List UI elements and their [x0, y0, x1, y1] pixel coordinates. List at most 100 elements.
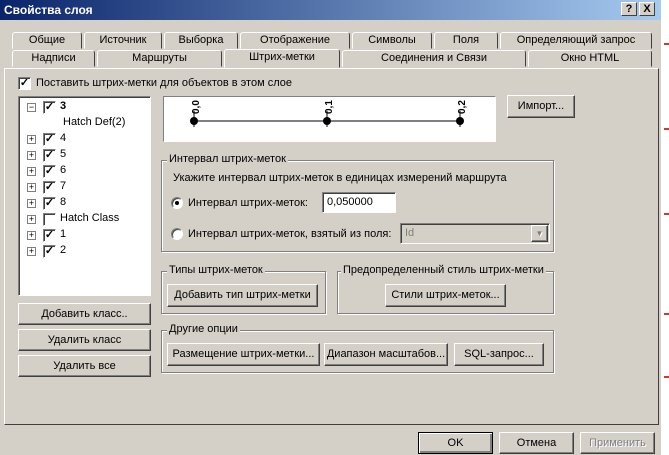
ok-button[interactable]: OK [418, 432, 493, 454]
title-bar[interactable]: Свойства слоя [0, 0, 661, 20]
tab-routes[interactable]: Маршруты [97, 50, 222, 67]
interval-field-select[interactable]: Id [400, 223, 550, 244]
apply-button[interactable]: Применить [580, 432, 655, 454]
close-button[interactable]: X [639, 2, 655, 16]
tab-joins-relates[interactable]: Соединения и Связи [342, 50, 526, 67]
check-icon: ✓ [19, 77, 30, 89]
tree-item-checkbox[interactable]: ✓ [43, 149, 56, 162]
expand-icon[interactable]: + [27, 231, 36, 240]
tree-item[interactable]: + ✓ 8 [19, 195, 149, 211]
side-mark [664, 313, 669, 315]
tree-item-checkbox[interactable] [43, 213, 56, 226]
side-mark [664, 213, 669, 215]
tree-item-checkbox[interactable]: ✓ [43, 245, 56, 258]
tree-item-label: 2 [60, 244, 67, 256]
tree-item[interactable]: + Hatch Class [19, 211, 149, 227]
tab-label: Символы [368, 34, 416, 46]
close-icon: X [643, 3, 651, 15]
expand-icon[interactable]: + [27, 151, 36, 160]
expand-icon[interactable]: + [27, 135, 36, 144]
tab-definition-query[interactable]: Определяющий запрос [500, 32, 652, 49]
dropdown-arrow-icon[interactable]: ▼ [531, 225, 548, 242]
tab-fields[interactable]: Поля [434, 32, 498, 49]
sql-query-button[interactable]: SQL-запрос... [454, 343, 544, 366]
tab-label: Поля [452, 34, 480, 46]
tab-display[interactable]: Отображение [240, 32, 350, 49]
scale-range-button[interactable]: Диапазон масштабов... [324, 343, 448, 366]
delete-all-button[interactable]: Удалить все [18, 355, 151, 377]
tab-label: Определяющий запрос [516, 34, 636, 46]
tree-item[interactable]: + ✓ 2 [19, 243, 149, 259]
other-options-group-title: Другие опции [167, 323, 240, 335]
check-icon: ✓ [44, 101, 55, 113]
tree-item-checkbox[interactable]: ✓ [43, 181, 56, 194]
interval-group-title: Интервал штрих-меток [167, 153, 288, 165]
tree-item[interactable]: − ✓ 3 [19, 99, 149, 115]
tab-source[interactable]: Источник [84, 32, 162, 49]
add-class-button[interactable]: Добавить класс.. [18, 303, 151, 325]
tab-labels[interactable]: Надписи [12, 50, 95, 67]
side-mark [664, 128, 669, 130]
import-button[interactable]: Импорт... [507, 95, 575, 118]
tab-hatches[interactable]: Штрих-метки [224, 49, 340, 68]
tree-item-checkbox[interactable]: ✓ [43, 197, 56, 210]
tree-item[interactable]: + ✓ 7 [19, 179, 149, 195]
interval-radio[interactable] [171, 197, 183, 209]
predefined-style-group-title: Предопределенный стиль штрих-метки [341, 264, 546, 276]
expand-icon[interactable]: + [27, 183, 36, 192]
button-label: SQL-запрос... [464, 348, 534, 360]
tree-item-label: Hatch Def(2) [63, 116, 126, 128]
button-label: OK [447, 437, 464, 449]
hatch-styles-button[interactable]: Стили штрих-меток... [385, 284, 506, 307]
expand-icon[interactable]: + [27, 215, 36, 224]
cancel-button[interactable]: Отмена [499, 432, 574, 454]
tree-item-label: 7 [60, 180, 67, 192]
tick-label: 0,0 [191, 100, 202, 114]
tab-html-popup[interactable]: Окно HTML [528, 50, 652, 67]
tree-item-label: Hatch Class [60, 212, 120, 224]
expand-icon[interactable]: + [27, 167, 36, 176]
tree-item-label: 4 [60, 132, 67, 144]
interval-radio-label: Интервал штрих-меток: [188, 197, 308, 209]
tab-selection[interactable]: Выборка [164, 32, 238, 49]
tick-label: 0,1 [324, 100, 335, 114]
interval-description: Укажите интервал штрих-меток в единицах … [173, 172, 507, 184]
tab-label: Выборка [178, 34, 224, 46]
tree-item-checkbox[interactable]: ✓ [43, 101, 56, 114]
tree-item-checkbox[interactable]: ✓ [43, 165, 56, 178]
side-mark [664, 376, 669, 378]
field-radio[interactable] [171, 228, 183, 240]
interval-input[interactable]: 0,050000 [322, 192, 396, 213]
tab-label: Окно HTML [560, 52, 620, 64]
tree-item[interactable]: Hatch Def(2) [19, 115, 149, 131]
tab-symbols[interactable]: Символы [352, 32, 432, 49]
check-icon: ✓ [44, 181, 55, 193]
check-icon: ✓ [44, 229, 55, 241]
side-mark [664, 43, 669, 45]
hatch-class-tree[interactable]: − ✓ 3 Hatch Def(2) + ✓ 4 + ✓ 5 + ✓ 6 + ✓… [18, 96, 151, 296]
collapse-icon[interactable]: − [27, 103, 36, 112]
interval-value: 0,050000 [327, 196, 373, 208]
tab-label: Источник [99, 34, 147, 46]
tree-item[interactable]: + ✓ 5 [19, 147, 149, 163]
button-label: Добавить класс.. [41, 308, 128, 320]
tree-item[interactable]: + ✓ 4 [19, 131, 149, 147]
button-label: Добавить тип штрих-метки [174, 289, 311, 301]
tree-item-label: 5 [60, 148, 67, 160]
tree-item[interactable]: + ✓ 1 [19, 227, 149, 243]
tree-item-checkbox[interactable]: ✓ [43, 133, 56, 146]
expand-icon[interactable]: + [27, 199, 36, 208]
enable-hatches-checkbox[interactable]: ✓ [18, 77, 31, 90]
tree-item-label: 3 [60, 100, 67, 112]
delete-class-button[interactable]: Удалить класс [18, 329, 151, 351]
hatch-placement-button[interactable]: Размещение штрих-метки... [167, 343, 320, 366]
tab-general[interactable]: Общие [12, 32, 82, 49]
tick-label: 0,2 [457, 100, 468, 114]
tab-label: Маршруты [132, 52, 187, 64]
add-hatch-type-button[interactable]: Добавить тип штрих-метки [167, 284, 318, 307]
tree-item[interactable]: + ✓ 6 [19, 163, 149, 179]
tree-item-label: 8 [60, 196, 67, 208]
tree-item-checkbox[interactable]: ✓ [43, 229, 56, 242]
help-button[interactable]: ? [621, 2, 637, 16]
expand-icon[interactable]: + [27, 247, 36, 256]
